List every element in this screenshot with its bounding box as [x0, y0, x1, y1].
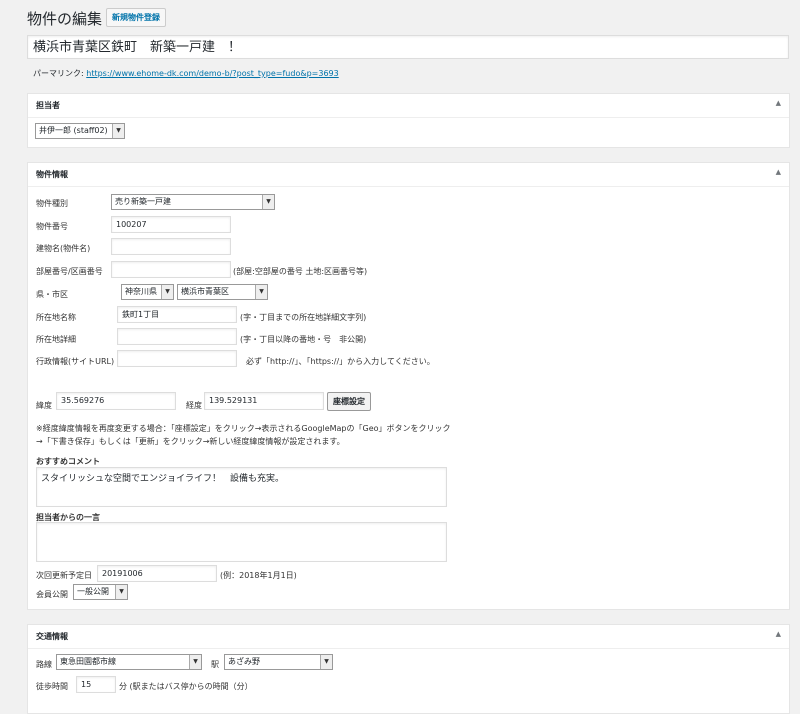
prefecture-value: 神奈川県	[125, 287, 157, 296]
property-box-title: 物件情報	[36, 170, 68, 179]
property-type-value: 売り新築一戸建	[115, 197, 171, 206]
coordinate-note-line2: →「下書き保存」もしくは「更新」をクリック→新しい経度緯度情報が設定されます。	[36, 437, 345, 446]
agent-box-title: 担当者	[36, 101, 60, 110]
building-name-label: 建物名(物件名)	[36, 244, 91, 253]
city-value: 横浜市青葉区	[181, 287, 229, 296]
address-label: 所在地名称	[36, 313, 76, 322]
station-select[interactable]: あざみ野 ▼	[224, 654, 333, 670]
chevron-down-icon: ▼	[112, 124, 124, 138]
page-title: 物件の編集	[27, 10, 103, 28]
staff-comment-textarea[interactable]	[36, 522, 447, 562]
chevron-down-icon: ▼	[320, 655, 332, 669]
chevron-down-icon: ▼	[115, 585, 127, 599]
latitude-input[interactable]: 35.569276	[56, 392, 176, 410]
address-detail-label: 所在地詳細	[36, 335, 76, 344]
chevron-down-icon: ▼	[255, 285, 267, 299]
agent-box: 担当者 ▲ 井伊一郎 (staff02) ▼	[27, 93, 790, 148]
post-title-input[interactable]: 横浜市青葉区鉄町 新築一戸建 ！	[27, 35, 789, 59]
permalink: パーマリンク: https://www.ehome-dk.com/demo-b/…	[33, 68, 339, 79]
collapse-arrow-icon[interactable]: ▲	[776, 168, 781, 176]
room-number-input[interactable]	[111, 261, 231, 278]
chevron-down-icon: ▼	[262, 195, 274, 209]
member-public-value: 一般公開	[77, 587, 109, 596]
prefecture-select[interactable]: 神奈川県 ▼	[121, 284, 174, 300]
member-public-select[interactable]: 一般公開 ▼	[73, 584, 128, 600]
agent-select-value: 井伊一郎 (staff02)	[39, 126, 108, 135]
next-update-input[interactable]: 20191006	[97, 565, 217, 582]
line-select[interactable]: 東急田園都市線 ▼	[56, 654, 202, 670]
address-hint: (字・丁目までの所在地詳細文字列)	[240, 313, 367, 322]
property-number-label: 物件番号	[36, 222, 68, 231]
property-number-input[interactable]: 100207	[111, 216, 231, 233]
add-new-property-button[interactable]: 新規物件登録	[106, 8, 166, 27]
transport-box-title: 交通情報	[36, 632, 68, 641]
gov-url-hint: 必ず「http://」、「https://」から入力してください。	[246, 357, 435, 366]
recommend-comment-label: おすすめコメント	[36, 457, 100, 466]
agent-box-header[interactable]: 担当者 ▲	[28, 94, 789, 118]
walk-time-input[interactable]: 15	[76, 676, 116, 693]
chevron-down-icon: ▼	[161, 285, 173, 299]
recommend-comment-textarea[interactable]: スタイリッシュな空間でエンジョイライフ！ 設備も充実。	[36, 467, 447, 507]
member-public-label: 会員公開	[36, 590, 68, 599]
coordinate-note-line1: ※経度緯度情報を再度変更する場合：「座標設定」をクリック→表示されるGoogle…	[36, 424, 451, 433]
address-detail-input[interactable]	[117, 328, 237, 345]
property-box-header[interactable]: 物件情報 ▲	[28, 163, 789, 187]
coordinate-set-button[interactable]: 座標設定	[327, 392, 371, 411]
property-info-box: 物件情報 ▲ 物件種別 売り新築一戸建 ▼ 物件番号 100207 建物名(物件…	[27, 162, 790, 610]
pref-city-label: 県・市区	[36, 290, 68, 299]
next-update-label: 次回更新予定日	[36, 571, 92, 580]
station-label: 駅	[211, 660, 219, 669]
agent-select[interactable]: 井伊一郎 (staff02) ▼	[35, 123, 125, 139]
city-select[interactable]: 横浜市青葉区 ▼	[177, 284, 268, 300]
walk-time-hint: 分 (駅またはバス停からの時間（分）	[119, 682, 253, 691]
building-name-input[interactable]	[111, 238, 231, 255]
collapse-arrow-icon[interactable]: ▲	[776, 99, 781, 107]
gov-url-input[interactable]	[117, 350, 237, 367]
address-detail-hint: (字・丁目以降の番地・号 非公開)	[240, 335, 367, 344]
collapse-arrow-icon[interactable]: ▲	[776, 630, 781, 638]
transport-info-box: 交通情報 ▲ 路線 東急田園都市線 ▼ 駅 あざみ野 ▼ 徒歩時間 15 分 (…	[27, 624, 790, 714]
next-update-hint: (例：2018年1月1日)	[220, 571, 297, 580]
room-number-hint: (部屋:空部屋の番号 土地:区画番号等)	[233, 267, 368, 276]
longitude-input[interactable]: 139.529131	[204, 392, 324, 410]
gov-url-label: 行政情報(サイトURL)	[36, 357, 115, 366]
property-type-label: 物件種別	[36, 199, 68, 208]
property-type-select[interactable]: 売り新築一戸建 ▼	[111, 194, 275, 210]
permalink-link[interactable]: https://www.ehome-dk.com/demo-b/?post_ty…	[86, 69, 338, 78]
chevron-down-icon: ▼	[189, 655, 201, 669]
walk-time-label: 徒歩時間	[36, 682, 68, 691]
room-number-label: 部屋番号/区画番号	[36, 267, 103, 276]
longitude-label: 経度	[186, 401, 202, 410]
line-value: 東急田園都市線	[60, 657, 116, 666]
station-value: あざみ野	[228, 657, 260, 666]
permalink-label: パーマリンク:	[33, 69, 84, 78]
latitude-label: 緯度	[36, 401, 52, 410]
line-label: 路線	[36, 660, 52, 669]
address-input[interactable]: 鉄町1丁目	[117, 306, 237, 323]
transport-box-header[interactable]: 交通情報 ▲	[28, 625, 789, 649]
